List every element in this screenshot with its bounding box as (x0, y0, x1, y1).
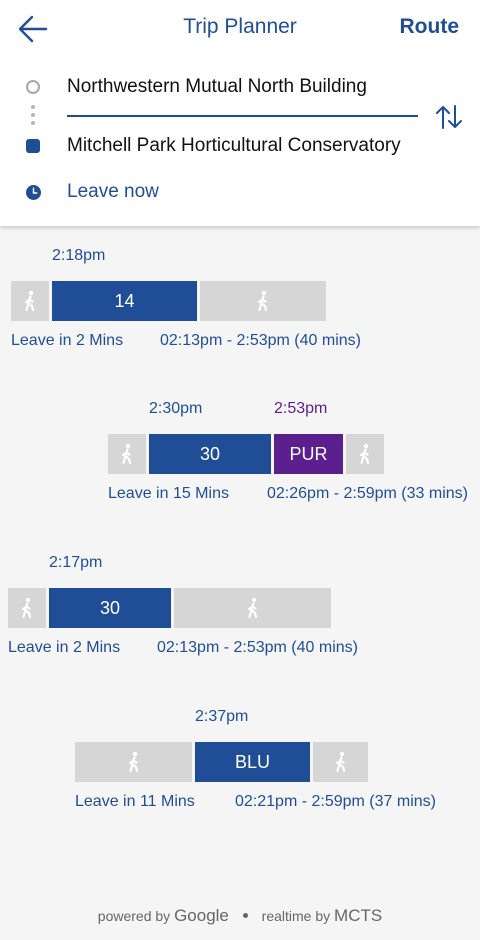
attribution-footer: powered by Google realtime by MCTS (0, 906, 480, 926)
walking-person-icon (128, 751, 138, 773)
origin-field[interactable]: Northwestern Mutual North Building (67, 76, 417, 98)
walking-person-icon (121, 443, 132, 465)
destination-field[interactable]: Mitchell Park Horticultural Conservatory (67, 135, 417, 157)
trip-option-1[interactable]: 2:18pm 14 Leave in 2 Mins 02:13pm - 2:53… (0, 240, 480, 350)
trip-time-range: 02:13pm - 2:53pm (40 mins) (157, 639, 358, 656)
departure-time: 2:18pm (52, 247, 106, 264)
trip-time-range: 02:21pm - 2:59pm (37 mins) (235, 793, 436, 810)
walking-person-icon (359, 443, 370, 465)
origin-field-underline (67, 115, 418, 117)
separator-dot (242, 913, 248, 918)
walk-segment (75, 742, 192, 782)
bus-route-badge: 30 (149, 434, 271, 474)
swap-vertical-icon[interactable] (434, 103, 464, 131)
origin-circle-icon (26, 80, 40, 94)
walk-segment (108, 434, 146, 474)
trip-option-4[interactable]: 2:37pm BLU Leave in 11 Mins 02:21pm - 2:… (0, 701, 480, 811)
walking-person-icon (247, 597, 257, 619)
walk-segment (11, 281, 49, 321)
departure-time: 2:30pm (149, 400, 203, 417)
trip-option-3[interactable]: 2:17pm 30 Leave in 2 Mins 02:13pm - 2:53… (0, 547, 480, 657)
purple-line-badge: PUR (274, 434, 343, 474)
mcts-brand: MCTS (334, 906, 383, 925)
leave-now-selector[interactable]: Leave now (67, 181, 159, 203)
leave-in-text: Leave in 2 Mins (11, 332, 124, 349)
walking-person-icon (257, 290, 268, 312)
google-brand: Google (174, 906, 229, 925)
walk-segment (200, 281, 326, 321)
realtime-by-label: realtime by (261, 908, 331, 924)
destination-square-icon (26, 139, 40, 153)
departure-time: 2:17pm (49, 554, 103, 571)
walk-segment (8, 588, 46, 628)
trip-option-2[interactable]: 2:30pm 2:53pm 30 PUR Leave in 15 Mins 02… (0, 393, 480, 503)
bus-route-badge: 30 (49, 588, 171, 628)
walk-segment (174, 588, 331, 628)
leave-in-text: Leave in 2 Mins (8, 639, 121, 656)
leave-in-text: Leave in 11 Mins (75, 793, 195, 810)
trip-time-range: 02:13pm - 2:53pm (40 mins) (160, 332, 361, 349)
bus-route-badge: BLU (195, 742, 310, 782)
leave-in-text: Leave in 15 Mins (108, 485, 229, 502)
clock-icon (26, 185, 41, 200)
powered-by-label: powered by (97, 908, 171, 924)
bus-route-badge: 14 (52, 281, 197, 321)
walking-person-icon (24, 290, 35, 312)
trip-planner-header: Trip Planner Route Northwestern Mutual N… (0, 0, 480, 226)
walking-person-icon (21, 597, 32, 619)
walking-person-icon (335, 751, 345, 773)
route-button[interactable]: Route (400, 15, 460, 39)
transfer-time: 2:53pm (274, 400, 328, 417)
walk-segment (313, 742, 368, 782)
trip-time-range: 02:26pm - 2:59pm (33 mins) (267, 485, 468, 502)
route-dots-icon (31, 105, 35, 129)
walk-segment (346, 434, 384, 474)
departure-time: 2:37pm (195, 708, 249, 725)
